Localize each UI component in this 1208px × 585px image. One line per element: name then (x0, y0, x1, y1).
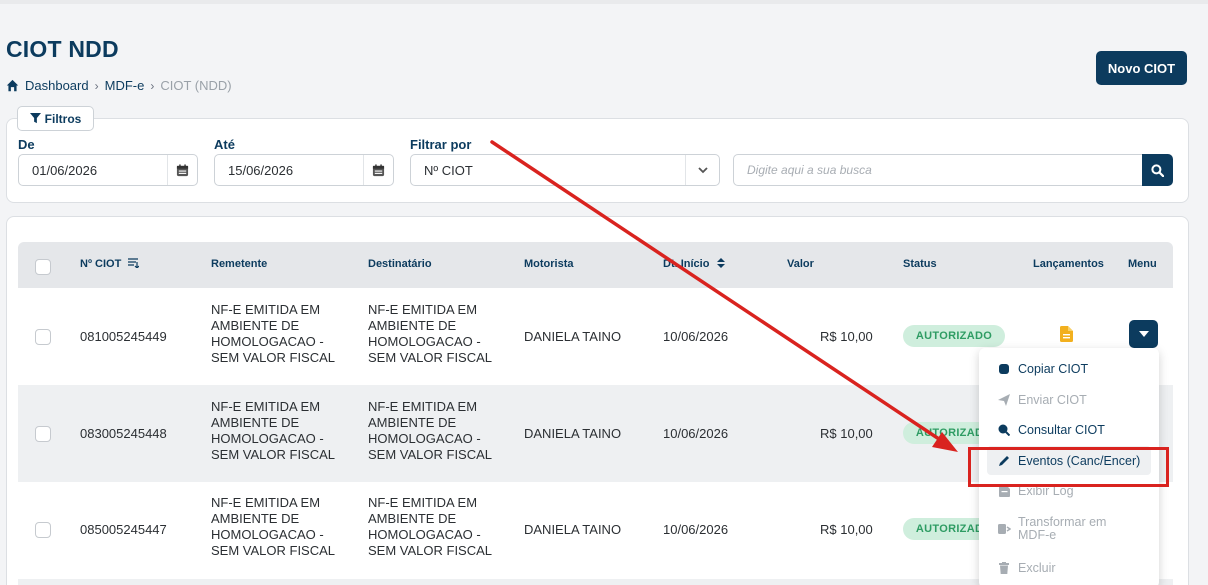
filter-by-value: Nº CIOT (424, 162, 473, 178)
from-label: De (18, 137, 35, 152)
row-checkbox[interactable] (35, 329, 51, 345)
trash-icon (997, 562, 1011, 574)
filters-toggle[interactable]: Filtros (17, 106, 94, 131)
document-icon[interactable] (1060, 326, 1073, 342)
cell-ciot: 081005245449 (80, 329, 167, 344)
search-icon (1151, 163, 1164, 177)
cell-destinatario: NF-E EMITIDA EM AMBIENTE DE HOMOLOGACAO -S… (368, 399, 493, 462)
cell-valor: R$ 10,00 (820, 329, 873, 344)
top-border (0, 0, 1208, 4)
column-header-remetente: Remetente (211, 258, 268, 270)
row-menu-button[interactable] (1129, 320, 1158, 348)
cell-ciot: 083005245448 (80, 426, 167, 441)
breadcrumb-mdfe[interactable]: MDF-e (105, 78, 145, 93)
select-all-checkbox[interactable] (35, 259, 51, 275)
table-header (18, 242, 1173, 288)
filter-by-select[interactable]: Nº CIOT (410, 154, 720, 186)
column-header-motorista: Motorista (524, 258, 574, 270)
chevron-right-icon: › (94, 78, 99, 93)
menu-item-delete[interactable]: Excluir (997, 561, 1056, 575)
cell-valor: R$ 10,00 (820, 426, 873, 441)
status-badge: AUTORIZADO (903, 325, 1005, 347)
sort-lines-icon[interactable] (128, 258, 140, 269)
from-date-value: 01/06/2026 (32, 162, 98, 178)
breadcrumb-dashboard[interactable]: Dashboard (25, 78, 89, 93)
send-icon (997, 394, 1011, 406)
breadcrumb-current: CIOT (NDD) (160, 78, 232, 93)
column-header-inicio[interactable]: Dt. Início (663, 258, 725, 270)
menu-item-send[interactable]: Enviar CIOT (997, 393, 1087, 407)
search-icon (997, 424, 1011, 436)
to-label: Até (214, 137, 235, 152)
transform-icon (997, 523, 1011, 535)
filters-toggle-label: Filtros (44, 111, 82, 126)
cell-remetente: NF-E EMITIDA EM AMBIENTE DE HOMOLOGACAO -S… (211, 495, 336, 558)
from-date-field[interactable]: 01/06/2026 (18, 154, 198, 186)
cell-ciot: 085005245447 (80, 522, 167, 537)
menu-item-consult[interactable]: Consultar CIOT (997, 423, 1105, 437)
menu-item-transform[interactable]: Transformar em MDF-e (997, 516, 1106, 542)
home-icon[interactable] (6, 79, 19, 92)
cell-remetente: NF-E EMITIDA EM AMBIENTE DE HOMOLOGACAO -S… (211, 302, 336, 365)
cell-inicio: 10/06/2026 (663, 329, 729, 344)
filter-icon (29, 113, 41, 124)
calendar-icon[interactable] (363, 155, 393, 185)
cell-inicio: 10/06/2026 (663, 426, 729, 441)
to-date-value: 15/06/2026 (228, 162, 294, 178)
menu-item-copy[interactable]: Copiar CIOT (997, 362, 1088, 376)
cell-destinatario: NF-E EMITIDA EM AMBIENTE DE HOMOLOGACAO -S… (368, 495, 493, 558)
calendar-icon[interactable] (167, 155, 197, 185)
cell-motorista: DANIELA TAINO (524, 329, 622, 344)
cell-motorista: DANIELA TAINO (524, 426, 622, 441)
cell-remetente: NF-E EMITIDA EM AMBIENTE DE HOMOLOGACAO -S… (211, 399, 336, 462)
chevron-down-icon (685, 155, 719, 185)
breadcrumb: Dashboard › MDF-e › CIOT (NDD) (6, 78, 232, 93)
search-input[interactable]: Digite aqui a sua busca (733, 154, 1143, 186)
column-header-status: Status (903, 258, 937, 270)
search-button[interactable] (1142, 154, 1173, 186)
cell-motorista: DANIELA TAINO (524, 522, 622, 537)
cell-valor: R$ 10,00 (820, 522, 873, 537)
to-date-field[interactable]: 15/06/2026 (214, 154, 394, 186)
row-checkbox[interactable] (35, 426, 51, 442)
column-header-valor: Valor (787, 258, 814, 270)
chevron-right-icon: › (150, 78, 155, 93)
cell-inicio: 10/06/2026 (663, 522, 729, 537)
column-header-destinatario: Destinatário (368, 258, 432, 270)
column-header-menu: Menu (1128, 258, 1157, 270)
caret-down-icon (1138, 331, 1149, 337)
row-checkbox[interactable] (35, 522, 51, 538)
column-header-lancamentos: Lançamentos (1033, 258, 1104, 270)
sort-icon[interactable] (716, 258, 725, 268)
filter-by-label: Filtrar por (410, 137, 472, 152)
annotation-highlight-box (968, 447, 1169, 487)
column-header-ciot[interactable]: Nº CIOT (80, 258, 140, 270)
new-ciot-button[interactable]: Novo CIOT (1096, 51, 1187, 85)
page-title: CIOT NDD (6, 36, 119, 62)
cell-destinatario: NF-E EMITIDA EM AMBIENTE DE HOMOLOGACAO -S… (368, 302, 493, 365)
copy-icon (997, 363, 1011, 375)
search-placeholder: Digite aqui a sua busca (747, 163, 872, 177)
